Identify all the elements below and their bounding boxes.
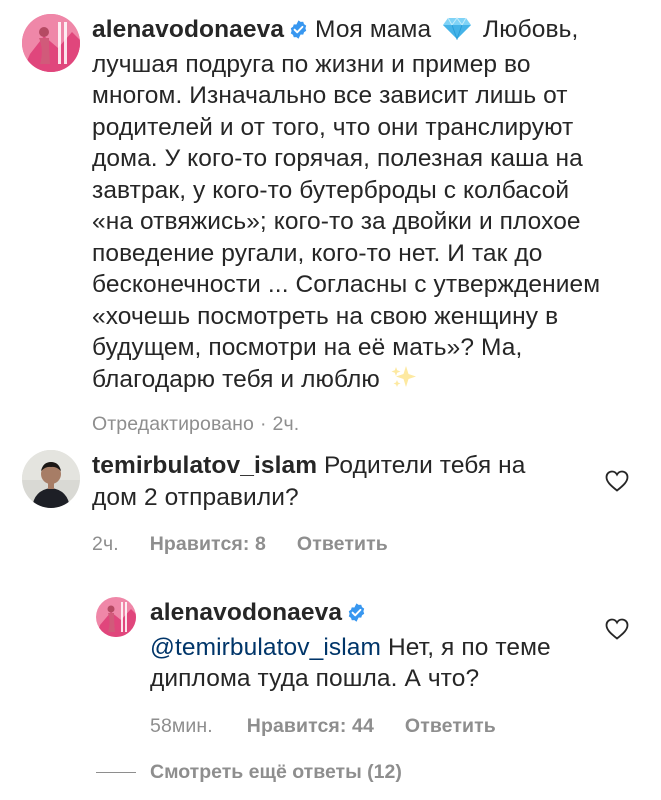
view-more-replies[interactable]: Смотреть ещё ответы (12) [96, 761, 402, 784]
reply-comment-text: Родители тебя на [324, 452, 526, 479]
comment-username[interactable]: temirbulatov_islam [92, 452, 317, 479]
reply-comment-line1: temirbulatov_islam Родители тебя на [92, 450, 592, 482]
main-comment-line: благодарю тебя и люблю [92, 365, 380, 393]
main-comment: alenavodonaeva Моя мама Любовь, лучшая по… [22, 14, 661, 441]
mention-link[interactable]: @temirbulatov_islam [150, 634, 381, 661]
reply-comment: temirbulatov_islam Родители тебя на дом … [22, 450, 592, 561]
main-comment-line: родителей и от того, что они транслируют [92, 113, 574, 141]
nested-reply-line3: диплома туда пошла. А что? [150, 665, 480, 692]
reply-button[interactable]: Ответить [297, 529, 388, 561]
heart-outline-icon[interactable] [605, 470, 629, 497]
gem-emoji-icon [442, 16, 472, 49]
avatar-image [96, 597, 136, 637]
main-comment-line: многом. Изначально все зависит лишь от [92, 82, 568, 109]
reply-comment-body: temirbulatov_islam Родители тебя на дом … [92, 450, 592, 561]
nested-reply-meta: 58мин. Нравится: 44 Ответить [150, 711, 610, 743]
avatar[interactable] [22, 14, 80, 72]
reply-button[interactable]: Ответить [405, 711, 496, 743]
main-comment-meta: Отредактировано · 2ч. [92, 409, 661, 441]
main-comment-line: завтрак, у кого-то бутерброды с колбасой [92, 176, 570, 204]
comment-username[interactable]: alenavodonaeva [150, 599, 342, 626]
nested-reply-comment: alenavodonaeva @temirbulatov_islam Нет, … [96, 597, 610, 742]
verified-badge-icon [288, 17, 309, 49]
view-more-replies-label[interactable]: Смотреть ещё ответы (12) [150, 761, 402, 784]
meta-separator: · [259, 413, 267, 435]
main-comment-line: будущем, посмотри на её мать»? Ма, [92, 334, 523, 361]
main-comment-line1: alenavodonaeva Моя мама Любовь, [92, 14, 661, 49]
avatar-image [22, 450, 80, 508]
comment-username[interactable]: alenavodonaeva [92, 16, 284, 43]
main-comment-line: дома. У кого-то горячая, полезная каша н… [92, 145, 583, 172]
sparkles-emoji-icon [391, 365, 417, 398]
main-comment-text-start: Моя мама [315, 16, 432, 43]
avatar[interactable] [96, 597, 136, 637]
reply-comment-meta: 2ч. Нравится: 8 Ответить [92, 529, 592, 561]
main-comment-line: бесконечности ... Согласны с утверждение… [92, 271, 601, 298]
comment-time[interactable]: 2ч. [92, 529, 119, 561]
reply-comment-line2: дом 2 отправили? [92, 483, 299, 511]
comment-time[interactable]: 58мин. [150, 711, 213, 743]
comment-time[interactable]: 2ч. [273, 409, 300, 441]
nested-reply-line2: @temirbulatov_islam Нет, я по теме [150, 632, 610, 664]
avatar-image [22, 14, 80, 72]
avatar[interactable] [22, 450, 80, 508]
main-comment-line: «на отвяжись»; кого-то за двойки и плохо… [92, 208, 581, 235]
heart-outline-icon[interactable] [605, 618, 629, 645]
divider-line [96, 772, 136, 773]
edited-label: Отредактировано [92, 413, 254, 435]
likes-count-button[interactable]: Нравится: 44 [247, 711, 374, 743]
verified-badge-icon [346, 600, 367, 632]
main-comment-line: «хочешь посмотреть на свою женщину в [92, 302, 559, 330]
main-comment-line: поведение ругали, кого-то нет. И так до [92, 239, 543, 267]
main-comment-text-line1-end: Любовь, [483, 16, 579, 43]
nested-reply-line1: alenavodonaeva [150, 597, 610, 632]
main-comment-body: alenavodonaeva Моя мама Любовь, лучшая по… [92, 14, 661, 441]
likes-count-button[interactable]: Нравится: 8 [150, 529, 266, 561]
main-comment-last-line: благодарю тебя и люблю [92, 364, 661, 398]
nested-reply-text: Нет, я по теме [387, 633, 551, 661]
main-comment-line: лучшая подруга по жизни и пример во [92, 50, 531, 78]
nested-reply-body: alenavodonaeva @temirbulatov_islam Нет, … [150, 597, 610, 742]
